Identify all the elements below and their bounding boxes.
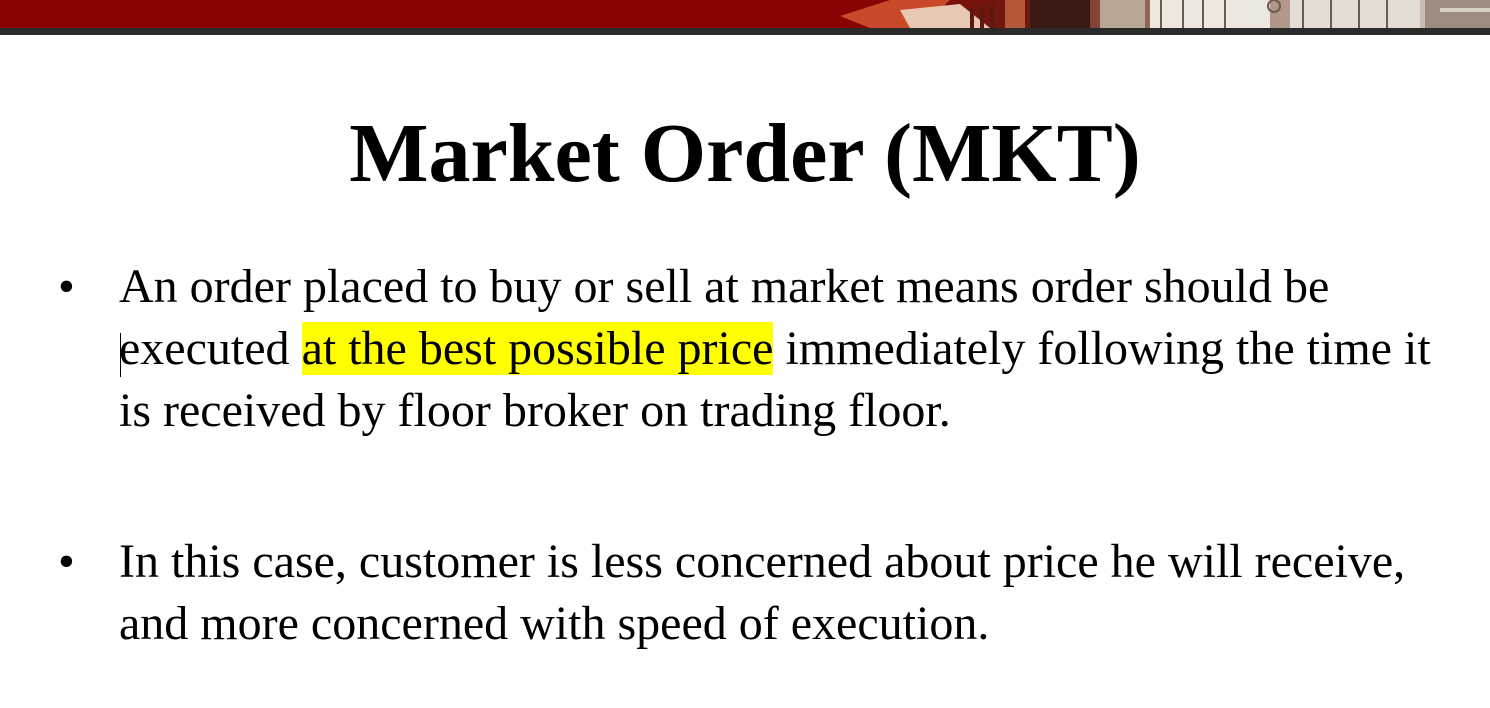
bullet-text: An order placed to buy or sell at market… <box>119 256 1459 442</box>
header-band <box>0 0 1490 28</box>
bullet-marker: • <box>58 260 75 313</box>
header-building-image <box>830 0 1490 28</box>
text-cursor <box>120 333 121 377</box>
slide-title: Market Order (MKT) <box>349 107 1141 200</box>
header-divider <box>0 28 1490 35</box>
highlighted-text: at the best possible price <box>301 322 774 375</box>
bullet-marker: • <box>58 535 75 588</box>
bullet-text: In this case, customer is less concerned… <box>119 535 1406 650</box>
